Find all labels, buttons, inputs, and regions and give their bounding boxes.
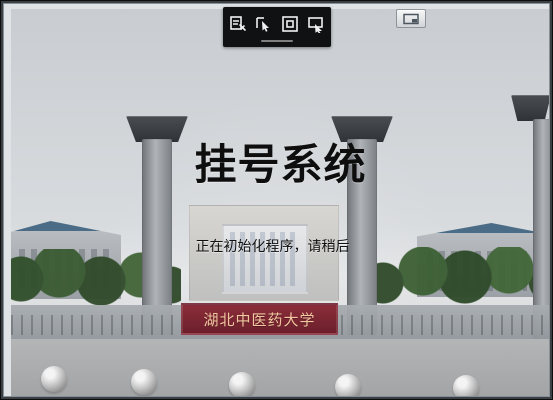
frame-icon <box>282 16 298 32</box>
screen-pointer-button[interactable] <box>305 13 327 35</box>
university-sign: 湖北中医药大学 <box>181 303 338 335</box>
document-edit-icon <box>230 16 246 31</box>
stone-ball <box>229 372 255 396</box>
stone-ball <box>41 366 67 392</box>
edge-pillar-capital <box>511 95 549 121</box>
stone-ball <box>131 369 157 395</box>
background-scene: 湖北中医药大学 <box>11 9 549 396</box>
document-edit-button[interactable] <box>227 13 249 35</box>
screen-icon <box>403 13 419 24</box>
stone-ball <box>453 375 479 396</box>
loading-status: 正在初始化程序，请稍后 <box>195 239 350 255</box>
page-title: 挂号系统 <box>194 140 367 189</box>
screen-button[interactable] <box>396 9 426 28</box>
pointer-select-button[interactable] <box>253 13 275 35</box>
stone-ball <box>335 374 361 396</box>
remote-toolbar <box>223 7 331 47</box>
window-frame: 湖北中医药大学 挂号系统 正在初始化程序，请稍后 <box>3 3 550 397</box>
pointer-select-icon <box>256 17 269 32</box>
app-window: 湖北中医药大学 挂号系统 正在初始化程序，请稍后 <box>0 0 553 400</box>
frame-button[interactable] <box>279 13 301 35</box>
toolbar-grip[interactable] <box>261 40 293 42</box>
center-gate <box>222 224 308 294</box>
screen-pointer-icon <box>308 17 323 33</box>
